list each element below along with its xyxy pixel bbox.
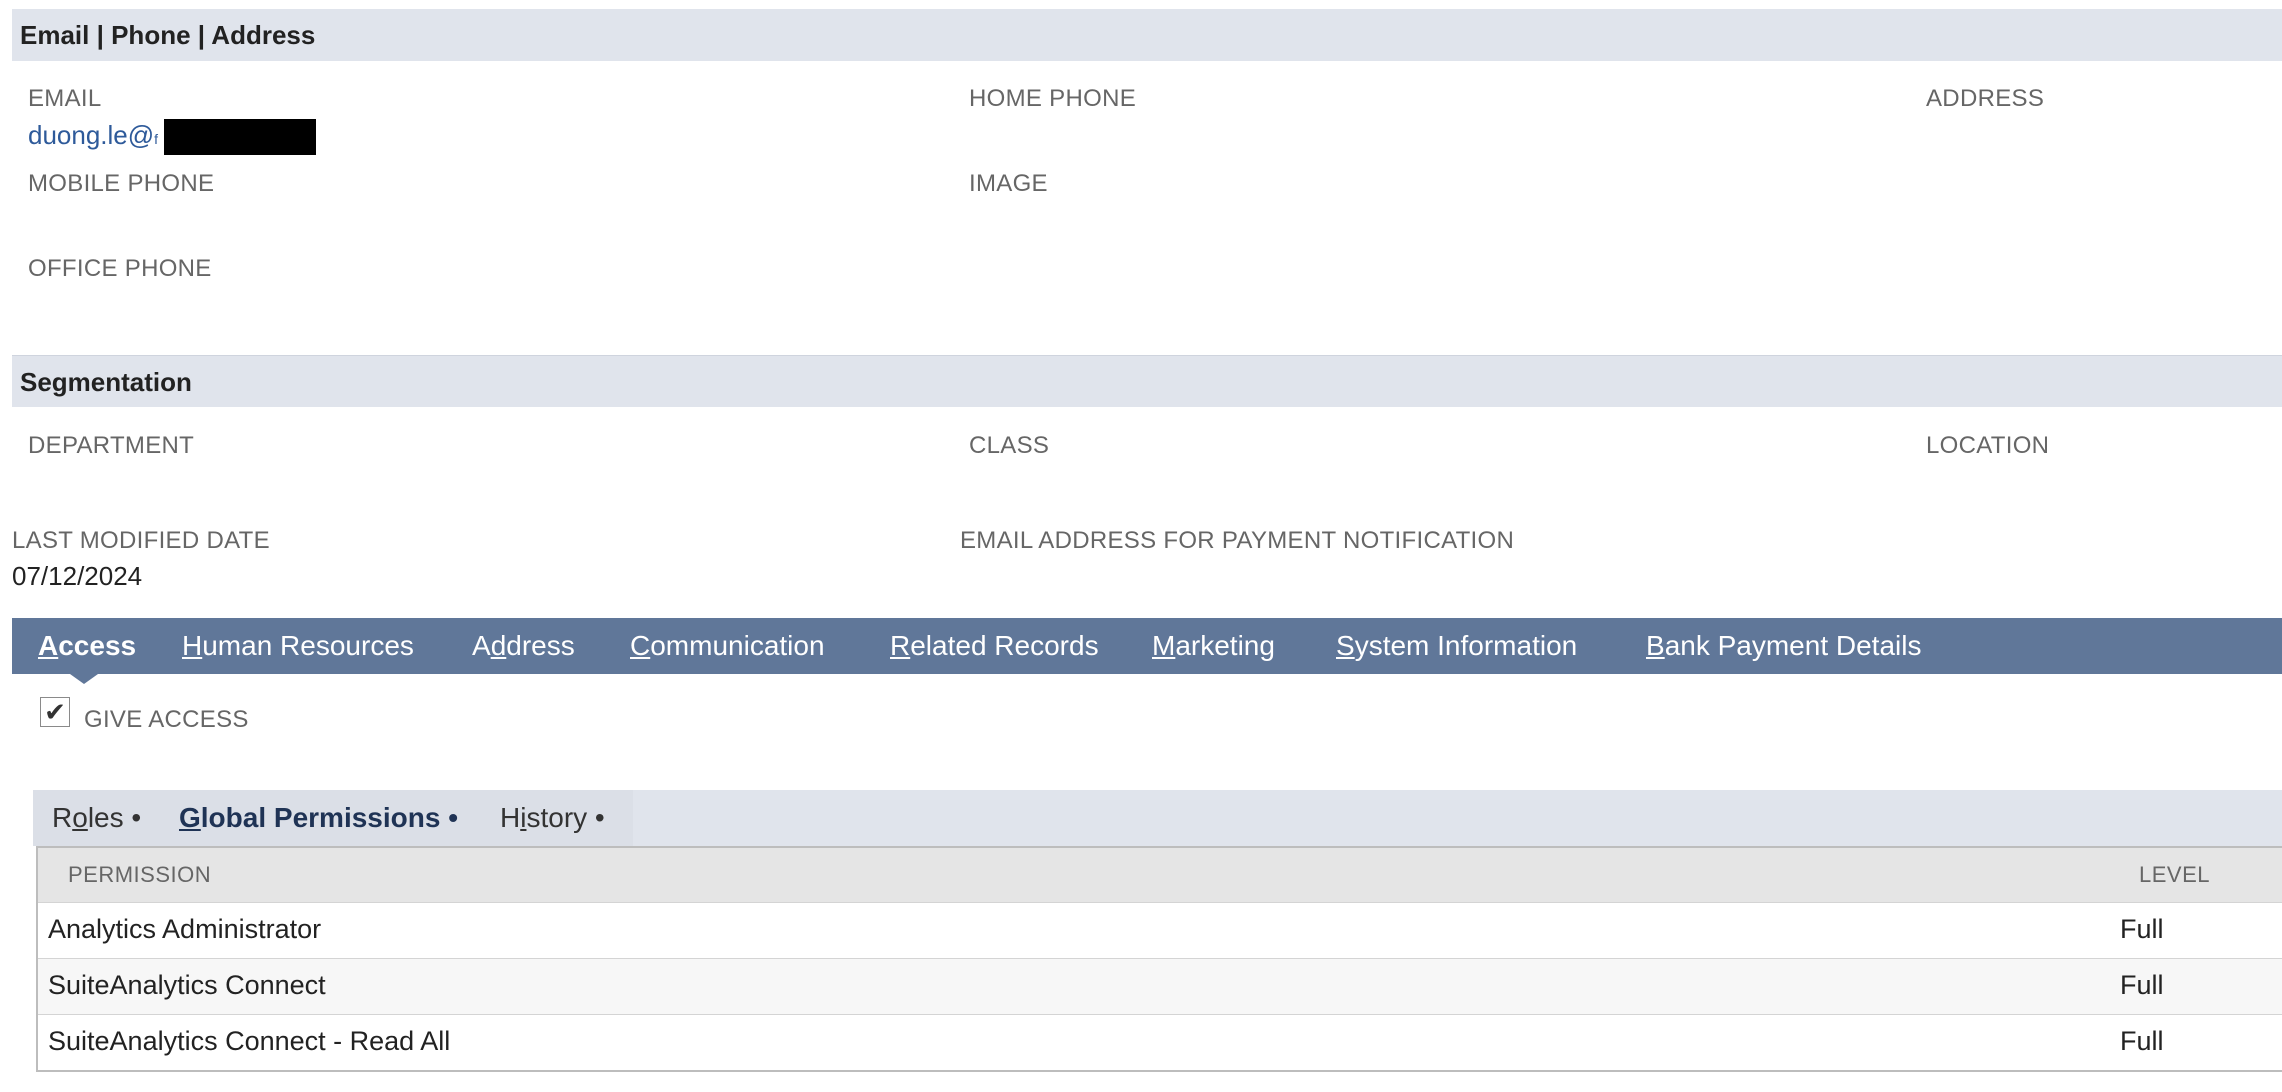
contact-section-title: Email | Phone | Address	[20, 20, 316, 50]
subtab-roles-prefix: R	[52, 802, 73, 833]
office-phone-label: OFFICE PHONE	[28, 255, 212, 282]
tab-bank-accesskey: B	[1646, 630, 1665, 661]
tab-address-accesskey: d	[490, 630, 507, 661]
tab-communication-accesskey: C	[630, 630, 651, 661]
level-cell: Full	[2120, 1026, 2164, 1056]
give-access-checkbox[interactable]: ✔	[40, 697, 70, 727]
permission-cell: Analytics Administrator	[48, 914, 322, 944]
tab-related-label: elated Records	[910, 630, 1099, 661]
tab-bank-payment-details[interactable]: Bank Payment Details	[1646, 618, 1921, 674]
payment-email-label: EMAIL ADDRESS FOR PAYMENT NOTIFICATION	[960, 527, 1515, 554]
department-label: DEPARTMENT	[28, 432, 195, 459]
class-label: CLASS	[969, 432, 1050, 459]
redaction-block	[164, 119, 317, 155]
permissions-table: PERMISSION LEVEL Analytics Administrator…	[36, 846, 2282, 1072]
tab-marketing-accesskey: M	[1152, 630, 1176, 661]
address-label: ADDRESS	[1926, 85, 2045, 112]
give-access-label: GIVE ACCESS	[84, 706, 249, 733]
tab-system-information[interactable]: System Information	[1336, 618, 1577, 674]
subtab-history-prefix: H	[500, 802, 521, 833]
segmentation-section-header[interactable]: Segmentation	[12, 355, 2282, 407]
table-row[interactable]: SuiteAnalytics Connect - Read All Full	[38, 1014, 2282, 1070]
tab-communication[interactable]: Communication	[630, 618, 825, 674]
subtab-roles-accesskey: o	[72, 802, 88, 833]
level-cell: Full	[2120, 914, 2164, 944]
segmentation-section-title: Segmentation	[20, 367, 192, 397]
tab-access[interactable]: Access	[38, 618, 136, 674]
tab-hr-accesskey: H	[182, 630, 203, 661]
permission-cell: SuiteAnalytics Connect - Read All	[48, 1026, 451, 1056]
subtab-roles[interactable]: Roles •	[52, 790, 141, 846]
subtab-history[interactable]: History •	[500, 790, 605, 846]
tab-address[interactable]: Address	[472, 618, 575, 674]
subtab-history-label: story •	[526, 802, 605, 833]
subtab-roles-label: les •	[87, 802, 142, 833]
sub-tab-bar: Roles • Global Permissions • History •	[33, 790, 2282, 856]
tab-related-records[interactable]: Related Records	[890, 618, 1099, 674]
tab-system-label: ystem Information	[1354, 630, 1578, 661]
email-label: EMAIL	[28, 85, 102, 112]
tab-related-accesskey: R	[890, 630, 911, 661]
email-link[interactable]: duong.le@	[28, 120, 154, 150]
checkmark-icon: ✔	[44, 697, 66, 727]
active-tab-pointer	[70, 674, 98, 684]
home-phone-label: HOME PHONE	[969, 85, 1137, 112]
tab-bank-label: ank Payment Details	[1664, 630, 1922, 661]
tab-address-prefix: A	[472, 630, 491, 661]
column-header-level[interactable]: LEVEL	[2139, 848, 2210, 902]
main-tab-bar: Access Human Resources Address Communica…	[12, 618, 2282, 684]
subtab-global-permissions[interactable]: Global Permissions •	[179, 790, 458, 846]
email-trailing-char: f	[154, 130, 159, 147]
image-label: IMAGE	[969, 170, 1048, 197]
table-row[interactable]: Analytics Administrator Full	[38, 902, 2282, 958]
table-row[interactable]: SuiteAnalytics Connect Full	[38, 958, 2282, 1014]
subtab-global-label: lobal Permissions •	[200, 802, 459, 833]
permissions-table-header: PERMISSION LEVEL	[38, 848, 2282, 902]
permission-cell: SuiteAnalytics Connect	[48, 970, 326, 1000]
level-cell: Full	[2120, 970, 2164, 1000]
tab-hr-label: uman Resources	[202, 630, 414, 661]
last-modified-value: 07/12/2024	[12, 561, 143, 591]
tab-access-label: ccess	[58, 630, 137, 661]
tab-access-accesskey: A	[38, 630, 59, 661]
tab-marketing-label: arketing	[1175, 630, 1275, 661]
tab-marketing[interactable]: Marketing	[1152, 618, 1275, 674]
last-modified-label: LAST MODIFIED DATE	[12, 527, 270, 554]
mobile-phone-label: MOBILE PHONE	[28, 170, 215, 197]
location-label: LOCATION	[1926, 432, 2050, 459]
column-header-permission[interactable]: PERMISSION	[68, 848, 211, 902]
tab-system-accesskey: S	[1336, 630, 1355, 661]
contact-section-header[interactable]: Email | Phone | Address	[12, 9, 2282, 61]
tab-communication-label: ommunication	[650, 630, 825, 661]
email-value[interactable]: duong.le@f	[28, 119, 317, 155]
tab-human-resources[interactable]: Human Resources	[182, 618, 414, 674]
subtab-global-accesskey: G	[179, 802, 201, 833]
tab-address-label: dress	[506, 630, 575, 661]
